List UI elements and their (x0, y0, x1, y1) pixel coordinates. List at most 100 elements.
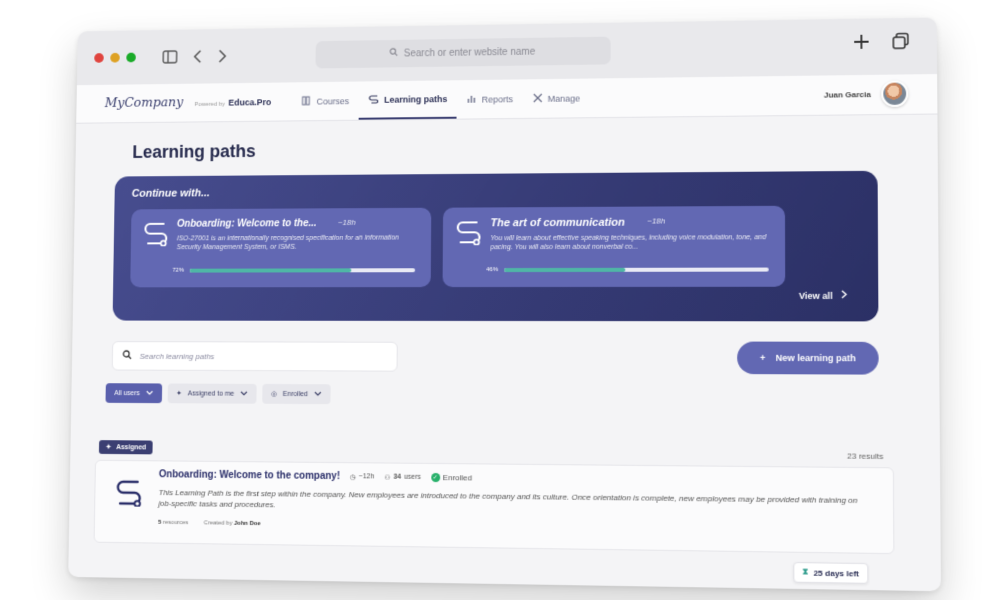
chevron-down-icon (146, 390, 154, 397)
address-placeholder: Search or enter website name (403, 46, 536, 59)
window-controls (94, 52, 136, 63)
search-placeholder: Search learning paths (139, 351, 215, 361)
nav-item-courses[interactable]: Courses (292, 82, 359, 121)
learning-path-icon (114, 479, 143, 512)
chevron-down-icon (240, 390, 248, 397)
forward-arrow-icon[interactable] (218, 49, 228, 63)
row-footer: 5 resources Created by John Doe (158, 519, 872, 534)
user-name: Juan Garcia (823, 89, 871, 100)
card-progress: 72% (172, 267, 416, 274)
filter-enrolled[interactable]: ◎ Enrolled (262, 383, 331, 405)
card-title-row: The art of communication ~18h (490, 216, 772, 229)
progress-fill (189, 268, 352, 273)
progress-fill (504, 267, 625, 273)
close-window-button[interactable] (94, 53, 104, 63)
row-title[interactable]: Onboarding: Welcome to the company! (159, 469, 340, 482)
check-icon: ✓ (430, 472, 440, 483)
nav-item-label: Reports (481, 93, 513, 105)
powered-by: Powered by Educa.Pro (194, 97, 271, 108)
filter-bar: All users ✦ Assigned to me ◎ Enrolled (105, 383, 897, 407)
users-count: 34 (393, 473, 402, 481)
search-icon (389, 48, 398, 60)
browser-nav-controls (162, 49, 227, 63)
row-duration: ◷ ~12h (350, 473, 375, 481)
sidebar-toggle-icon[interactable] (162, 50, 177, 64)
new-tab-icon[interactable] (852, 33, 871, 56)
learning-path-icon (142, 221, 169, 251)
back-arrow-icon[interactable] (193, 50, 203, 64)
powered-brand: Educa.Pro (228, 96, 272, 108)
learning-path-icon (455, 219, 483, 250)
nav-item-label: Courses (316, 95, 350, 106)
chevron-right-icon (841, 290, 847, 301)
continue-card[interactable]: Onboarding: Welcome to the... ~18h ISO-2… (130, 207, 432, 288)
card-title: Onboarding: Welcome to the... (176, 218, 317, 230)
row-description: This Learning Path is the first step wit… (158, 488, 858, 510)
card-progress: 46% (486, 267, 769, 274)
browser-actions (852, 32, 910, 56)
filter-label: Enrolled (282, 390, 308, 398)
row-creator: Created by John Doe (204, 520, 261, 527)
created-by-label: Created by (203, 519, 233, 527)
users-icon: ⚇ (384, 474, 391, 482)
row-resources: 5 resources (158, 519, 188, 525)
path-icon (368, 94, 379, 106)
card-description: You will learn about effective speaking … (490, 234, 767, 252)
browser-window: Search or enter website name MyCompany P… (68, 17, 941, 592)
learning-path-row[interactable]: Onboarding: Welcome to the company! ◷ ~1… (93, 459, 895, 584)
users-label: users (403, 473, 422, 481)
book-icon (302, 95, 312, 107)
nav-item-label: Manage (547, 93, 581, 104)
progress-track (504, 267, 769, 273)
chart-icon (467, 93, 477, 105)
company-logo[interactable]: MyCompany (105, 95, 184, 110)
card-title: The art of communication (490, 216, 625, 230)
days-left-badge: ⧗ 25 days left (793, 561, 869, 584)
nav-item-manage[interactable]: Manage (523, 79, 590, 118)
row-status: ✓ Enrolled (430, 472, 473, 483)
nav-item-reports[interactable]: Reports (457, 79, 523, 118)
continue-banner: Continue with... Onboarding: Welcome to … (112, 170, 879, 322)
resources-count: 5 (158, 519, 162, 526)
tab-overview-icon[interactable] (891, 32, 910, 55)
powered-by-label: Powered by (194, 101, 225, 108)
sparkle-icon: ✦ (105, 444, 112, 452)
filter-all-users[interactable]: All users (105, 383, 163, 404)
list-toolbar: Search learning paths + New learning pat… (111, 340, 879, 375)
badge-label: Assigned (116, 443, 147, 451)
user-menu[interactable]: Juan Garcia (823, 80, 909, 108)
avatar[interactable] (881, 80, 909, 108)
view-all-label: View all (798, 290, 833, 301)
filter-assigned-to-me[interactable]: ✦ Assigned to me (167, 383, 257, 404)
card-title-row: Onboarding: Welcome to the... ~18h (177, 218, 419, 230)
row-users: ⚇ 34 users (384, 473, 421, 481)
new-learning-path-button[interactable]: + New learning path (737, 341, 879, 375)
assigned-badge: ✦ Assigned (98, 440, 154, 455)
card-duration: ~18h (647, 216, 666, 226)
new-button-label: New learning path (775, 352, 856, 364)
address-bar[interactable]: Search or enter website name (315, 36, 611, 69)
days-left-label: 25 days left (813, 567, 859, 578)
continue-card[interactable]: The art of communication ~18h You will l… (442, 205, 786, 288)
status-label: Enrolled (442, 473, 473, 483)
card-duration: ~18h (337, 218, 356, 227)
maximize-window-button[interactable] (126, 52, 136, 63)
progress-track (189, 268, 416, 273)
progress-label: 46% (486, 267, 499, 274)
card-description: ISO-27001 is an internationally recognis… (176, 234, 399, 252)
minimize-window-button[interactable] (110, 52, 120, 63)
duration-value: ~12h (358, 473, 375, 481)
tools-icon (533, 92, 543, 104)
check-circle-icon: ◎ (271, 390, 278, 398)
creator-name: John Doe (233, 520, 261, 527)
view-all-link[interactable]: View all (799, 290, 847, 301)
nav-item-learning-paths[interactable]: Learning paths (358, 80, 458, 120)
continue-cards: Onboarding: Welcome to the... ~18h ISO-2… (130, 205, 859, 288)
progress-label: 72% (172, 267, 185, 274)
hourglass-icon: ⧗ (802, 567, 809, 577)
main-content: Learning paths Continue with... Onboardi… (69, 115, 941, 584)
continue-heading: Continue with... (131, 187, 210, 200)
row-header: Onboarding: Welcome to the company! ◷ ~1… (159, 469, 872, 487)
search-input[interactable]: Search learning paths (111, 341, 398, 372)
nav-item-label: Learning paths (384, 93, 448, 105)
